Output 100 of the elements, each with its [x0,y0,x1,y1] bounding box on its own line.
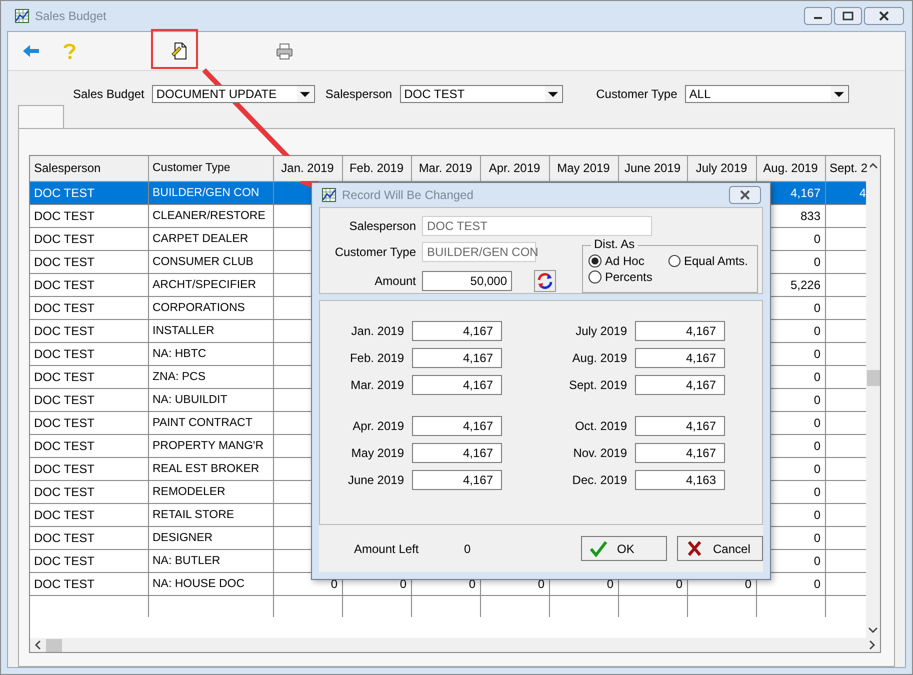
column-header[interactable]: Sept. 2 [825,156,870,181]
table-cell: DOC TEST [30,181,148,204]
input-field[interactable]: 4,163 [635,470,725,490]
month-label: June 2019 [346,473,404,487]
input-field[interactable]: 4,167 [635,321,725,341]
table-cell: ARCHT/SPECIFIER [148,273,273,296]
input-field[interactable]: 4,167 [635,348,725,368]
column-header[interactable]: Mar. 2019 [411,156,480,181]
month-label: Dec. 2019 [571,473,627,487]
table-cell: DOC TEST [30,227,148,250]
table-cell: DOC TEST [30,526,148,549]
radio-option[interactable]: Ad Hoc [588,254,668,268]
table-cell: CONSUMER CLUB [148,250,273,273]
radio-button[interactable] [588,270,602,284]
scroll-down-icon[interactable] [868,626,878,634]
vertical-scrollbar[interactable] [866,156,880,638]
month-label: May 2019 [350,446,404,460]
table-cell: DOC TEST [30,549,148,572]
dropdown[interactable]: DOCUMENT UPDATE [152,85,316,103]
table-cell: DOC TEST [30,204,148,227]
scroll-thumb[interactable] [866,370,880,386]
window-title: Sales Budget [35,9,108,23]
radio-button[interactable] [668,254,681,268]
table-cell: DOC TEST [30,480,148,503]
input-field[interactable]: 4,167 [412,443,502,463]
table-cell: DOC TEST [30,296,148,319]
radio-option[interactable]: Percents [588,270,668,284]
input-field[interactable]: 4,167 [635,443,725,463]
input-field[interactable]: 4,167 [635,416,725,436]
column-header[interactable]: July 2019 [687,156,756,181]
close-button[interactable] [729,186,761,204]
input-field[interactable]: 4,167 [635,375,725,395]
column-header[interactable]: Salesperson [30,156,148,181]
input-field[interactable]: 4,167 [412,348,502,368]
back-arrow-icon[interactable] [22,43,40,59]
horizontal-scrollbar[interactable] [30,638,880,652]
month-label: Oct. 2019 [574,419,627,433]
dropdown[interactable]: DOC TEST [400,85,564,103]
input-field[interactable]: 4,167 [412,416,502,436]
table-cell: DOC TEST [30,503,148,526]
column-header[interactable]: Feb. 2019 [342,156,411,181]
table-cell: REAL EST BROKER [148,457,273,480]
amount-left-label: Amount Left [354,542,420,556]
scroll-up-icon[interactable] [868,162,878,170]
table-cell: DESIGNER [148,526,273,549]
x-icon [686,540,703,557]
scroll-right-icon[interactable] [868,640,876,650]
table-cell: REMODELER [148,480,273,503]
month-label: July 2019 [574,324,627,338]
input-field[interactable]: 4,167 [412,375,502,395]
table-cell: DOC TEST [30,273,148,296]
printer-icon[interactable] [276,42,292,60]
scroll-thumb[interactable] [46,638,62,652]
input-field[interactable]: 50,000 [422,270,512,291]
month-label: Aug. 2019 [571,351,627,365]
field-label: Amount [374,274,416,288]
dropdown[interactable]: ALL [685,85,850,103]
month-label: Apr. 2019 [352,419,404,433]
app-icon [15,9,29,23]
table-cell: INSTALLER [148,319,273,342]
ok-button[interactable]: OK [581,536,667,561]
refresh-button[interactable] [534,270,556,292]
radio-button[interactable] [588,254,602,268]
month-label: Jan. 2019 [350,324,404,338]
checkmark-icon [590,540,607,557]
table-cell: DOC TEST [30,411,148,434]
input-field[interactable]: 4,167 [412,321,502,341]
amount-left-value: 0 [464,542,472,556]
close-button[interactable] [864,7,904,25]
column-header[interactable]: Apr. 2019 [480,156,549,181]
filter-label: Salesperson [325,87,392,101]
filter-label: Sales Budget [73,87,144,101]
input-field[interactable]: 4,167 [412,470,502,490]
group-label: Dist. As [591,237,638,251]
column-header[interactable]: May 2019 [549,156,618,181]
column-header[interactable]: June 2019 [618,156,687,181]
table-cell: RETAIL STORE [148,503,273,526]
scroll-left-icon[interactable] [34,640,42,650]
minimize-button[interactable] [804,7,832,25]
table-cell: DOC TEST [30,572,148,595]
maximize-button[interactable] [834,7,862,25]
table-cell: CORPORATIONS [148,296,273,319]
column-header[interactable]: Customer Type [148,156,273,181]
table-cell: DOC TEST [30,319,148,342]
cancel-button[interactable]: Cancel [677,536,763,561]
column-header[interactable]: Jan. 2019 [273,156,342,181]
table-cell: CARPET DEALER [148,227,273,250]
table-cell: DOC TEST [30,434,148,457]
table-cell: NA: BUTLER [148,549,273,572]
app-icon [322,188,336,202]
dialog-title: Record Will Be Changed [342,188,474,202]
month-label: Nov. 2019 [572,446,627,460]
month-label: Feb. 2019 [348,351,404,365]
table-cell: DOC TEST [30,250,148,273]
document-pencil-icon[interactable] [171,42,187,60]
table-cell: CLEANER/RESTORE [148,204,273,227]
month-label: Sept. 2019 [568,378,627,392]
column-header[interactable]: Aug. 2019 [756,156,825,181]
table-cell: DOC TEST [30,365,148,388]
radio-option[interactable]: Equal Amts. [668,254,748,268]
